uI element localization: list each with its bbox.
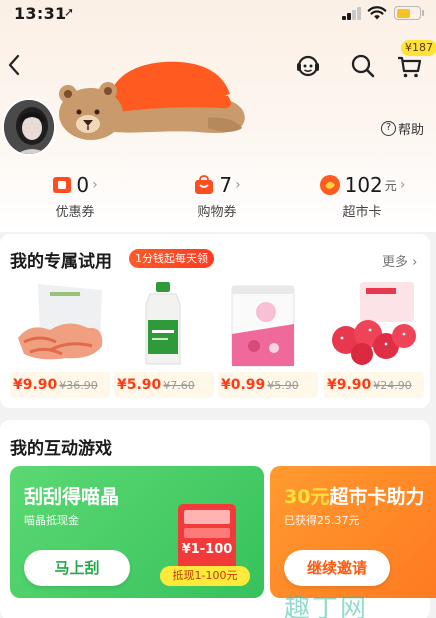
game-subtitle: 喵晶抵现金 [24, 514, 79, 527]
pouch-bag-image [231, 285, 295, 367]
stat-coupon[interactable]: 0 › 优惠券 [40, 172, 110, 220]
wifi-icon [367, 6, 387, 20]
game-title: 刮刮得喵晶 [24, 486, 120, 508]
trial-tag: 1分钱起每天领 [129, 249, 214, 268]
shopping-bag-icon [195, 175, 214, 194]
location-arrow-icon: ➚ [64, 5, 75, 19]
game-title-highlight: 30元 [284, 486, 330, 508]
stat-market-card[interactable]: 102 元 › 超市卡 [314, 172, 410, 220]
chevron-left-icon [8, 54, 20, 76]
game-title: 30元超市卡助力 [284, 482, 424, 509]
stat-unit: 元 [384, 178, 397, 193]
battery-tip [422, 10, 424, 16]
product-original-price: ¥5.90 [267, 379, 299, 392]
coupon-icon [53, 177, 72, 193]
avatar[interactable] [2, 98, 56, 156]
search-icon [351, 54, 375, 78]
disinfectant-bottle-image [145, 282, 181, 365]
battery-icon [394, 6, 421, 20]
games-section-title: 我的互动游戏 [10, 439, 112, 459]
signal-icon [342, 7, 362, 20]
game-title-rest: 超市卡助力 [329, 486, 425, 508]
cart-icon [398, 56, 422, 78]
stat-label: 购物券 [197, 205, 237, 220]
stat-value: 102 [344, 173, 383, 197]
strawberry-snack-image [332, 282, 416, 365]
product-original-price: ¥7.60 [163, 379, 195, 392]
product-original-price: ¥24.90 [373, 379, 412, 392]
trial-section-title: 我的专属试用 [10, 252, 112, 272]
product-image [218, 280, 318, 368]
chevron-right-icon: › [235, 177, 241, 193]
bear-illustration [59, 61, 245, 140]
stat-label: 优惠券 [55, 205, 95, 220]
continue-invite-button[interactable]: 继续邀请 [284, 550, 390, 586]
status-time: 13:31 [14, 4, 67, 23]
scratch-now-button[interactable]: 马上刮 [24, 550, 130, 586]
prize-note: 抵现1-100元 [160, 566, 250, 586]
more-link[interactable]: 更多 › [382, 251, 417, 270]
product-card[interactable]: ¥9.90 ¥36.90 [10, 280, 110, 398]
product-image [324, 280, 424, 368]
stat-shopping-voucher[interactable]: 7 › 购物券 [182, 172, 252, 220]
market-card-assist-card[interactable]: 30元超市卡助力 已获得25.37元 继续邀请 [270, 466, 436, 598]
product-price: ¥5.90 [117, 377, 162, 393]
stat-label: 超市卡 [342, 205, 382, 220]
product-card[interactable]: ¥9.90 ¥24.90 [324, 280, 424, 398]
snack-bag-image [18, 284, 103, 360]
product-original-price: ¥36.90 [59, 379, 98, 392]
stat-value: 7 [219, 173, 233, 197]
market-card-icon [319, 175, 340, 195]
price-pill: ¥0.99 ¥5.90 [218, 372, 318, 398]
product-image [114, 280, 214, 368]
price-pill: ¥9.90 ¥24.90 [324, 372, 424, 398]
product-price: ¥9.90 [13, 377, 58, 393]
chevron-right-icon: › [399, 177, 406, 193]
chevron-right-icon: › [92, 177, 98, 193]
game-subtitle: 已获得25.37元 [284, 514, 360, 527]
help-label: 帮助 [398, 123, 425, 138]
price-pill: ¥9.90 ¥36.90 [10, 372, 110, 398]
product-price: ¥9.90 [327, 377, 372, 393]
cart-badge: ¥187 [401, 40, 436, 56]
prize-amount: ¥1-100 [181, 542, 233, 557]
product-card[interactable]: ¥0.99 ¥5.90 [218, 280, 318, 398]
stat-value: 0 [76, 173, 90, 197]
more-label: 更多 [382, 255, 409, 270]
search-button[interactable] [347, 50, 379, 82]
scratch-game-card[interactable]: 刮刮得喵晶 喵晶抵现金 ¥1-100 抵现1-100元 马上刮 [10, 466, 264, 598]
watermark: 趣丁网 [284, 594, 369, 618]
product-image [10, 280, 110, 368]
price-pill: ¥5.90 ¥7.60 [114, 372, 214, 398]
customer-service-icon [297, 55, 319, 77]
customer-service-button[interactable] [292, 50, 324, 82]
status-bar: 13:31 ➚ [0, 0, 436, 30]
help-link[interactable]: ? 帮助 [381, 119, 424, 138]
product-price: ¥0.99 [221, 377, 266, 393]
back-button[interactable] [0, 48, 28, 82]
product-card[interactable]: ¥5.90 ¥7.60 [114, 280, 214, 398]
question-icon: ? [381, 121, 396, 136]
